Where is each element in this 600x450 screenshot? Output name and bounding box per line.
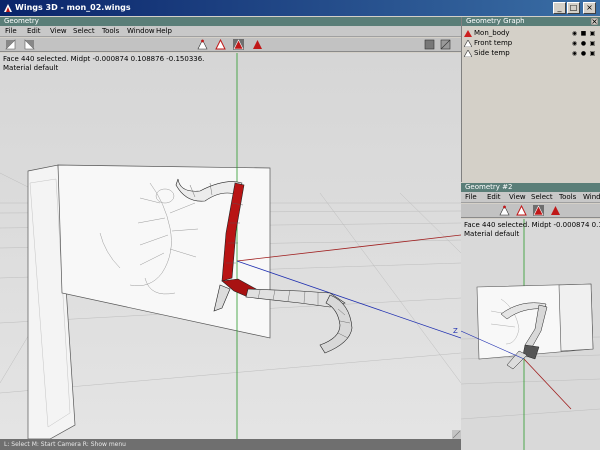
menu-window[interactable]: Windo <box>583 192 600 203</box>
menu-select[interactable]: Select <box>531 192 553 203</box>
menu-view[interactable]: View <box>50 26 67 37</box>
eye-icon[interactable]: ◉ <box>571 40 578 47</box>
title-bar: Wings 3D - mon_02.wings _ □ × <box>0 0 600 16</box>
secondary-viewport[interactable]: Face 440 selected. Midpt -0.000874 0.108… <box>461 219 600 450</box>
wire-icon[interactable]: ▣ <box>589 50 596 57</box>
geometry2-menu-bar: File Edit View Select Tools Windo <box>461 192 600 203</box>
geometry2-panel-header: Geometry #2 <box>461 183 600 192</box>
object-name: Front temp <box>474 39 513 47</box>
menu-file[interactable]: File <box>5 26 17 37</box>
edge-select-icon[interactable] <box>516 205 527 216</box>
menu-view[interactable]: View <box>509 192 526 203</box>
object-triangle-icon <box>464 50 472 57</box>
menu-tools[interactable]: Tools <box>559 192 576 203</box>
secondary-scene <box>461 219 600 450</box>
menu-window[interactable]: Window <box>127 26 155 37</box>
undo-icon[interactable] <box>5 39 16 50</box>
geometry-graph-panel: Geometry Graph Mon_body ◉ ■ ▣ Front temp… <box>461 17 600 182</box>
graph-object-row[interactable]: Front temp ◉ ● ▣ <box>462 39 600 48</box>
menu-select[interactable]: Select <box>73 26 95 37</box>
window-title: Wings 3D - mon_02.wings <box>15 3 131 12</box>
geometry2-toolbar <box>461 204 600 218</box>
graph-object-row[interactable]: Mon_body ◉ ■ ▣ <box>462 29 600 38</box>
main-viewport[interactable]: Z Face 440 selected. Midpt -0.000874 0.1… <box>0 53 461 439</box>
wings-app-icon <box>4 4 12 12</box>
material-info: Material default <box>464 230 520 238</box>
face-select-icon[interactable] <box>233 39 244 50</box>
menu-edit[interactable]: Edit <box>487 192 501 203</box>
object-name: Mon_body <box>474 29 510 37</box>
body-select-icon[interactable] <box>550 205 561 216</box>
eye-icon[interactable]: ◉ <box>571 30 578 37</box>
vertex-select-icon[interactable] <box>197 39 208 50</box>
selection-info: Face 440 selected. Midpt -0.000874 0.108… <box>464 221 600 229</box>
geometry-panel-header: Geometry <box>0 17 461 26</box>
wireframe-icon[interactable] <box>440 39 451 50</box>
menu-edit[interactable]: Edit <box>27 26 41 37</box>
object-triangle-icon <box>464 40 472 47</box>
smooth-preview-icon[interactable] <box>424 39 435 50</box>
z-axis-label: Z <box>453 327 458 335</box>
minimize-button[interactable]: _ <box>553 2 566 14</box>
lock-icon[interactable]: ● <box>580 40 587 47</box>
face-select-icon[interactable] <box>533 205 544 216</box>
redo-icon[interactable] <box>24 39 35 50</box>
object-triangle-icon <box>464 30 472 37</box>
menu-tools[interactable]: Tools <box>102 26 119 37</box>
menu-file[interactable]: File <box>465 192 477 203</box>
lock-icon[interactable]: ■ <box>580 30 587 37</box>
body-select-icon[interactable] <box>252 39 263 50</box>
eye-icon[interactable]: ◉ <box>571 50 578 57</box>
graph-object-row[interactable]: Side temp ◉ ● ▣ <box>462 49 600 58</box>
edge-select-icon[interactable] <box>215 39 226 50</box>
menu-help[interactable]: Help <box>156 26 172 37</box>
wire-icon[interactable]: ▣ <box>589 40 596 47</box>
main-scene: Z <box>0 53 461 439</box>
maximize-button[interactable]: □ <box>567 2 580 14</box>
close-panel-icon[interactable] <box>591 18 598 25</box>
object-name: Side temp <box>474 49 510 57</box>
vertex-select-icon[interactable] <box>499 205 510 216</box>
geometry-graph-header: Geometry Graph <box>462 17 600 26</box>
close-button[interactable]: × <box>583 2 596 14</box>
status-bar: L: Select M: Start Camera R: Show menu <box>0 439 461 450</box>
geometry-toolbar <box>0 38 461 52</box>
wire-icon[interactable]: ▣ <box>589 30 596 37</box>
selection-info: Face 440 selected. Midpt -0.000874 0.108… <box>3 55 205 63</box>
material-info: Material default <box>3 64 59 72</box>
lock-icon[interactable]: ● <box>580 50 587 57</box>
geometry-menu-bar: File Edit View Select Tools Window Help <box>0 26 461 37</box>
